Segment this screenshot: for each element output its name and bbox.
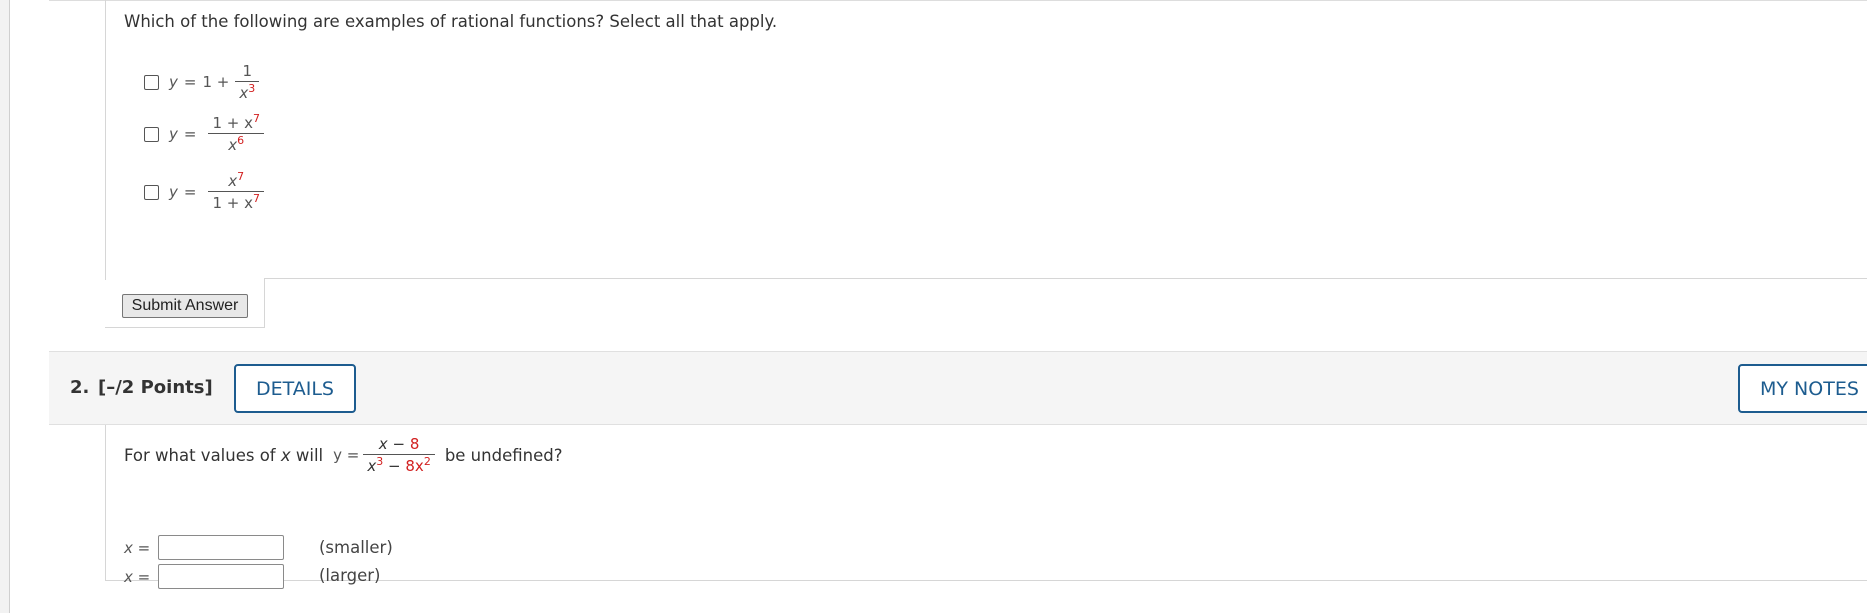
answer-label: x = (124, 567, 151, 586)
fraction-denominator: x3 − 8x2 (363, 455, 434, 475)
prompt-mid: will (295, 445, 324, 465)
den-x: x (367, 457, 377, 475)
option-2-checkbox[interactable] (144, 126, 159, 142)
fraction-denominator: 1 + x7 (208, 192, 264, 212)
prompt-before: For what values of (124, 445, 276, 465)
option-1[interactable]: y = 1 + 1 x3 (144, 62, 260, 102)
question-number: 2. (70, 377, 90, 398)
answer-row-smaller: x = (124, 535, 284, 560)
option-2-fraction: 1 + x7 x6 (208, 112, 264, 154)
smaller-hint: (smaller) (319, 538, 393, 557)
den-base: 1 + x (212, 194, 253, 212)
smaller-answer-input[interactable] (158, 535, 284, 560)
fraction-numerator: 1 (242, 62, 253, 80)
num-exponent: 7 (253, 112, 260, 125)
q1-border (264, 278, 1867, 279)
equals-sign: = (183, 73, 197, 91)
equals-sign: = (183, 183, 197, 201)
num-exponent: 7 (237, 170, 245, 183)
fraction-numerator: x − 8 (375, 435, 424, 454)
option-1-lhs: y (169, 73, 178, 91)
den-base: x (228, 136, 238, 154)
num-minus: − (392, 435, 410, 453)
den-minus: − (388, 457, 401, 475)
q1-border (105, 327, 265, 328)
answer-row-larger: x = (124, 564, 284, 589)
den-coefficient: 8x (405, 457, 424, 475)
fraction-denominator: x6 (224, 134, 248, 154)
details-button[interactable]: DETAILS (234, 364, 356, 413)
question-1-body (105, 0, 1867, 280)
option-3[interactable]: y = x7 1 + x7 (144, 170, 264, 212)
prompt-variable: x (280, 445, 291, 465)
page-left-edge (0, 0, 10, 613)
den-exponent: 6 (237, 134, 245, 147)
option-3-lhs: y (169, 183, 178, 201)
option-1-fraction: 1 x3 (235, 62, 260, 102)
q1-border (264, 278, 265, 328)
fraction-denominator: x3 (235, 82, 259, 102)
fraction-numerator: 1 + x7 (208, 112, 264, 133)
option-2[interactable]: y = 1 + x7 x6 (144, 112, 264, 154)
question-2-prompt: For what values of x will y = x − 8 x3 −… (124, 435, 562, 475)
larger-hint: (larger) (319, 566, 381, 585)
submit-answer-button[interactable]: Submit Answer (122, 294, 248, 318)
question-points: [–/2 Points] (98, 377, 213, 398)
den-base: x (239, 84, 249, 102)
fraction-numerator: x7 (224, 170, 248, 191)
option-3-fraction: x7 1 + x7 (208, 170, 264, 212)
question-1-prompt: Which of the following are examples of r… (124, 12, 778, 31)
function-fraction: x − 8 x3 − 8x2 (363, 435, 435, 475)
option-1-prefix: 1 + (202, 73, 230, 91)
option-1-checkbox[interactable] (144, 74, 159, 90)
option-2-lhs: y (169, 125, 178, 143)
num-x: x (378, 435, 388, 453)
den-exponent: 7 (253, 192, 260, 205)
equals-sign: = (183, 125, 197, 143)
num-base: x (228, 172, 238, 190)
den-exponent: 3 (248, 82, 256, 95)
num-base: 1 + x (212, 114, 253, 132)
den-exponent-2: 2 (423, 455, 431, 468)
answer-label: x = (124, 538, 151, 557)
my-notes-button[interactable]: MY NOTES (1738, 364, 1867, 413)
option-3-checkbox[interactable] (144, 184, 159, 200)
den-exponent-1: 3 (376, 455, 384, 468)
larger-answer-input[interactable] (158, 564, 284, 589)
prompt-after: be undefined? (444, 445, 563, 465)
num-constant: 8 (409, 435, 420, 453)
function-lhs: y = (333, 446, 360, 464)
